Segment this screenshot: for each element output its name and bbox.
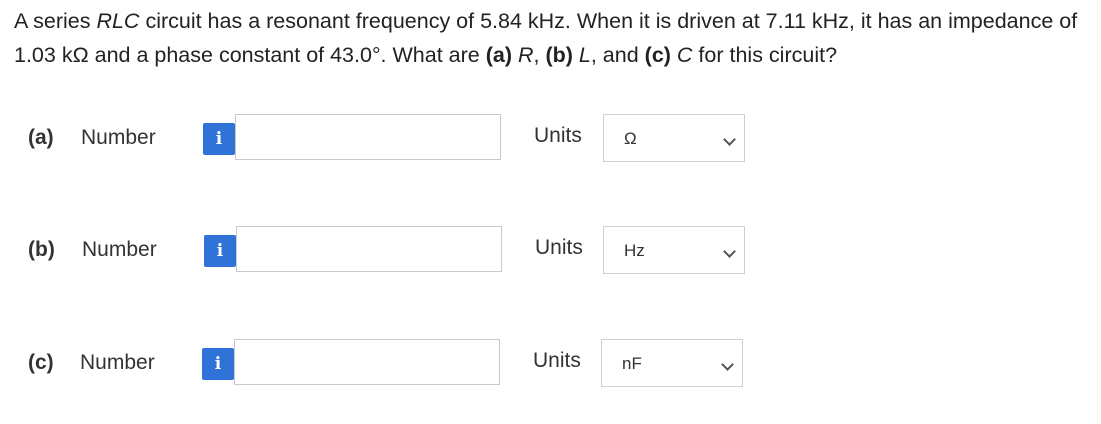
units-select-b[interactable]: Hz: [603, 226, 745, 274]
units-value-c: nF: [622, 354, 642, 373]
chevron-down-icon: [721, 358, 734, 371]
units-label-c: Units: [533, 349, 581, 372]
info-icon[interactable]: i: [202, 348, 234, 380]
units-select-c[interactable]: nF: [601, 339, 743, 387]
units-label-b: Units: [535, 236, 583, 259]
number-input-a[interactable]: [235, 114, 501, 160]
units-value-a: Ω: [624, 129, 637, 148]
number-label-c: Number: [80, 351, 155, 374]
info-icon[interactable]: i: [203, 123, 235, 155]
units-value-b: Hz: [624, 241, 645, 260]
number-input-c[interactable]: [234, 339, 500, 385]
chevron-down-icon: [723, 133, 736, 146]
answer-row-b: (b) Number i Units Hz: [0, 226, 1101, 276]
info-icon[interactable]: i: [204, 235, 236, 267]
units-label-a: Units: [534, 124, 582, 147]
answer-row-a: (a) Number i Units Ω: [0, 114, 1101, 164]
question-text: A series RLC circuit has a resonant freq…: [14, 9, 1078, 67]
answer-row-c: (c) Number i Units nF: [0, 339, 1101, 389]
units-select-a[interactable]: Ω: [603, 114, 745, 162]
number-input-b[interactable]: [236, 226, 502, 272]
chevron-down-icon: [723, 245, 736, 258]
part-label-c: (c): [28, 351, 54, 374]
part-label-a: (a): [28, 126, 54, 149]
number-label-b: Number: [82, 238, 157, 261]
part-label-b: (b): [28, 238, 55, 261]
number-label-a: Number: [81, 126, 156, 149]
